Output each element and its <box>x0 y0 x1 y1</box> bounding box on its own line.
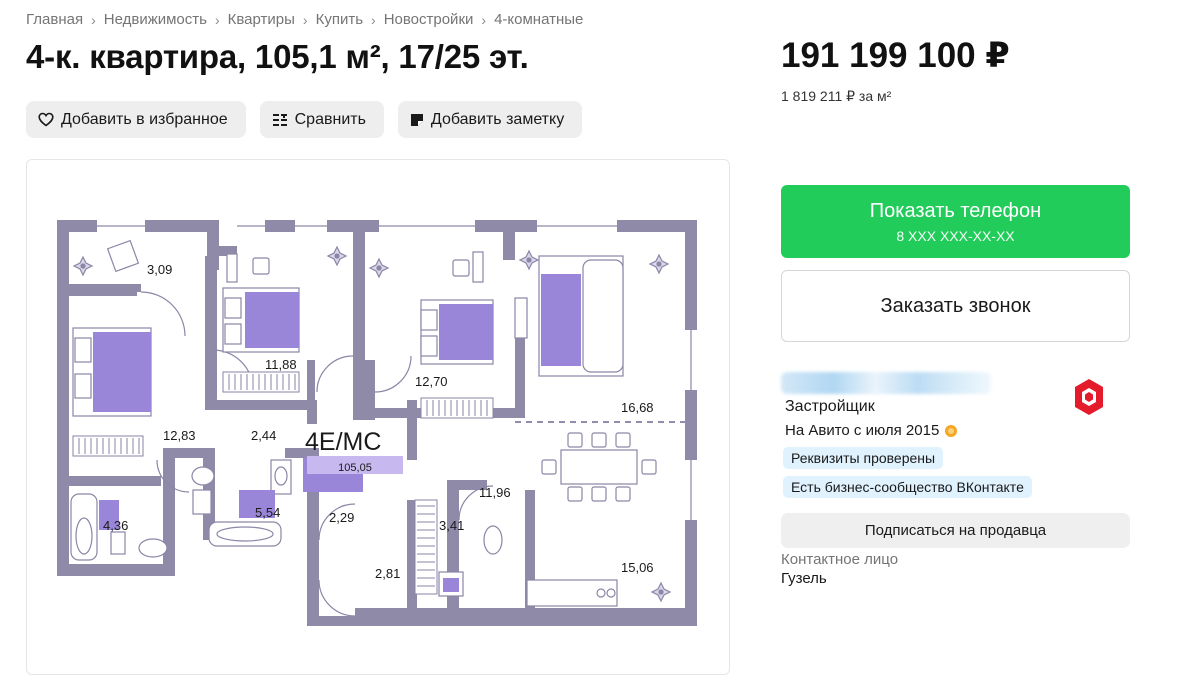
price-per-square-meter: 1 819 211 ₽ за м² <box>781 88 892 104</box>
contact-person-label: Контактное лицо <box>781 551 899 568</box>
room-area-label: 5,54 <box>255 505 280 520</box>
seller-logo-icon[interactable] <box>1072 377 1106 417</box>
room-area-label: 12,83 <box>163 428 196 443</box>
breadcrumb-real-estate[interactable]: Недвижимость <box>104 11 207 28</box>
chevron-right-icon: › <box>302 11 308 28</box>
room-area-label: 16,68 <box>621 400 654 415</box>
add-note-label: Добавить заметку <box>430 110 565 128</box>
chevron-right-icon: › <box>371 11 376 28</box>
seller-since: На Авито с июля 2015 <box>785 422 958 439</box>
vk-community-badge[interactable]: Есть бизнес-сообщество ВКонтакте <box>783 476 1032 498</box>
room-area-label: 2,44 <box>251 428 276 443</box>
room-area-label: 2,29 <box>329 510 354 525</box>
compare-button[interactable]: Сравнить <box>259 101 384 138</box>
breadcrumb-4-rooms[interactable]: 4-комнатные <box>494 11 583 28</box>
room-area-label: 11,88 <box>265 357 297 372</box>
room-area-label: 4,36 <box>103 518 128 533</box>
breadcrumb-buy[interactable]: Купить <box>316 11 363 28</box>
request-callback-button[interactable]: Заказать звонок <box>781 270 1130 342</box>
add-to-favorites-button[interactable]: Добавить в избранное <box>26 101 246 138</box>
listing-actions: Добавить в избранное Сравнить Добавить з… <box>26 101 583 138</box>
seller-since-text: На Авито с июля 2015 <box>785 422 940 439</box>
subscribe-seller-button[interactable]: Подписаться на продавца <box>781 513 1130 548</box>
listing-price: 191 199 100 ₽ <box>781 36 1010 75</box>
add-note-button[interactable]: Добавить заметку <box>397 101 583 138</box>
medal-icon <box>945 424 958 437</box>
room-area-label: 15,06 <box>621 560 654 575</box>
chevron-right-icon: › <box>481 11 487 28</box>
floorplan-drawing: 3,09 11,88 12,70 16,68 12,83 2,44 4,36 5… <box>57 220 697 626</box>
seller-name-blurred[interactable] <box>781 372 991 394</box>
breadcrumb-apartments[interactable]: Квартиры <box>228 11 295 28</box>
floorplan-code: 4Е/МС <box>305 428 381 456</box>
add-to-favorites-label: Добавить в избранное <box>61 110 228 128</box>
listing-title: 4-к. квартира, 105,1 м², 17/25 эт. <box>26 38 529 75</box>
seller-type: Застройщик <box>785 398 875 415</box>
room-area-label: 12,70 <box>415 374 448 389</box>
chevron-right-icon: › <box>214 11 220 28</box>
breadcrumb-home[interactable]: Главная <box>26 11 83 28</box>
room-area-label: 11,96 <box>479 485 511 500</box>
floorplan-image[interactable]: 3,09 11,88 12,70 16,68 12,83 2,44 4,36 5… <box>26 159 730 675</box>
room-area-label: 2,81 <box>375 566 400 581</box>
breadcrumb-new-buildings[interactable]: Новостройки <box>384 11 474 28</box>
floorplan-total-area: 105,05 <box>338 462 372 474</box>
heart-icon <box>38 112 54 127</box>
show-phone-label: Показать телефон <box>869 200 1042 222</box>
verified-details-badge[interactable]: Реквизиты проверены <box>783 447 944 469</box>
chevron-right-icon: › <box>91 11 96 28</box>
room-area-label: 3,41 <box>439 518 464 533</box>
show-phone-button[interactable]: Показать телефон 8 XXX XXX-XX-XX <box>781 185 1130 258</box>
note-icon <box>410 113 423 126</box>
room-area-label: 3,09 <box>147 262 172 277</box>
compare-label: Сравнить <box>294 110 366 128</box>
contact-person-name: Гузель <box>781 570 827 587</box>
phone-number-masked: 8 XXX XXX-XX-XX <box>896 228 1015 244</box>
compare-icon <box>272 113 287 126</box>
breadcrumb: Главная › Недвижимость › Квартиры › Купи… <box>26 11 583 28</box>
